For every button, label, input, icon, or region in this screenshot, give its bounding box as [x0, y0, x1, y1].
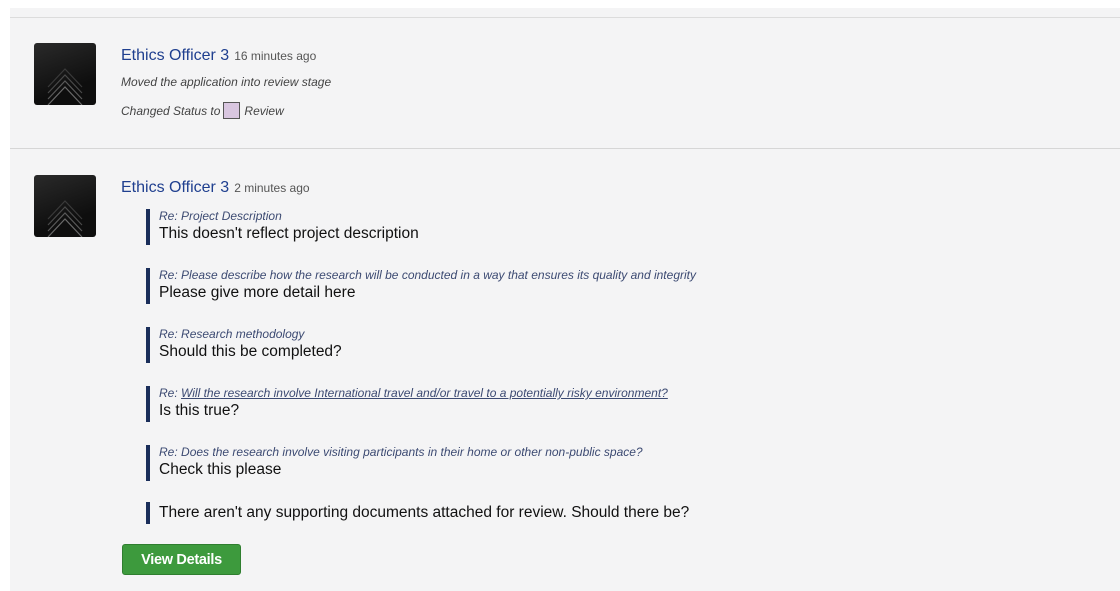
- re-prefix: Re:: [159, 268, 178, 282]
- re-topic-link[interactable]: Will the research involve International …: [181, 386, 668, 400]
- comment-text: This doesn't reflect project description: [159, 225, 419, 242]
- comment-text: There aren't any supporting documents at…: [159, 504, 690, 521]
- comment-text: Please give more detail here: [159, 284, 356, 301]
- comment-reference: Re: Project Description: [159, 209, 419, 223]
- comment: Re: Project Description This doesn't ref…: [146, 209, 419, 245]
- comment: Re: Research methodology Should this be …: [146, 327, 342, 363]
- status-prefix: Changed Status to: [121, 104, 221, 118]
- status-swatch: [223, 102, 241, 119]
- divider: [10, 17, 1120, 18]
- entry-header: Ethics Officer 3 2 minutes ago: [121, 179, 310, 197]
- view-details-button[interactable]: View Details: [122, 544, 241, 575]
- timestamp: 16 minutes ago: [234, 49, 317, 63]
- timestamp: 2 minutes ago: [234, 181, 310, 195]
- comment-text: Check this please: [159, 461, 282, 478]
- comment-text: Is this true?: [159, 402, 240, 419]
- re-topic: Does the research involve visiting parti…: [181, 445, 643, 459]
- re-prefix: Re:: [159, 327, 178, 341]
- comment-reference: Re: Please describe how the research wil…: [159, 268, 696, 282]
- comment-text: Should this be completed?: [159, 343, 342, 360]
- comment-reference: Re: Research methodology: [159, 327, 342, 341]
- comment: Re: Does the research involve visiting p…: [146, 445, 643, 481]
- re-prefix: Re:: [159, 209, 178, 223]
- activity-feed: Ethics Officer 3 16 minutes ago Moved the…: [10, 8, 1120, 591]
- avatar: [34, 175, 96, 237]
- author-name[interactable]: Ethics Officer 3: [121, 47, 229, 64]
- avatar-image: [47, 200, 83, 237]
- re-topic: Research methodology: [181, 327, 305, 341]
- action-text: Moved the application into review stage: [121, 75, 332, 89]
- comment: Re: Please describe how the research wil…: [146, 268, 696, 304]
- divider: [10, 148, 1120, 149]
- author-name[interactable]: Ethics Officer 3: [121, 179, 229, 196]
- entry-header: Ethics Officer 3 16 minutes ago: [121, 47, 316, 65]
- comment: Re: Will the research involve Internatio…: [146, 386, 668, 422]
- avatar-image: [47, 68, 83, 105]
- comment-reference: Re: Will the research involve Internatio…: [159, 386, 668, 400]
- comment-reference: Re: Does the research involve visiting p…: [159, 445, 643, 459]
- re-topic: Project Description: [181, 209, 282, 223]
- status-change: Changed Status to Review: [121, 102, 284, 119]
- avatar: [34, 43, 96, 105]
- re-prefix: Re:: [159, 445, 178, 459]
- comment: There aren't any supporting documents at…: [146, 502, 689, 524]
- re-topic: Please describe how the research will be…: [181, 268, 696, 282]
- re-prefix: Re:: [159, 386, 178, 400]
- status-value: Review: [244, 104, 284, 118]
